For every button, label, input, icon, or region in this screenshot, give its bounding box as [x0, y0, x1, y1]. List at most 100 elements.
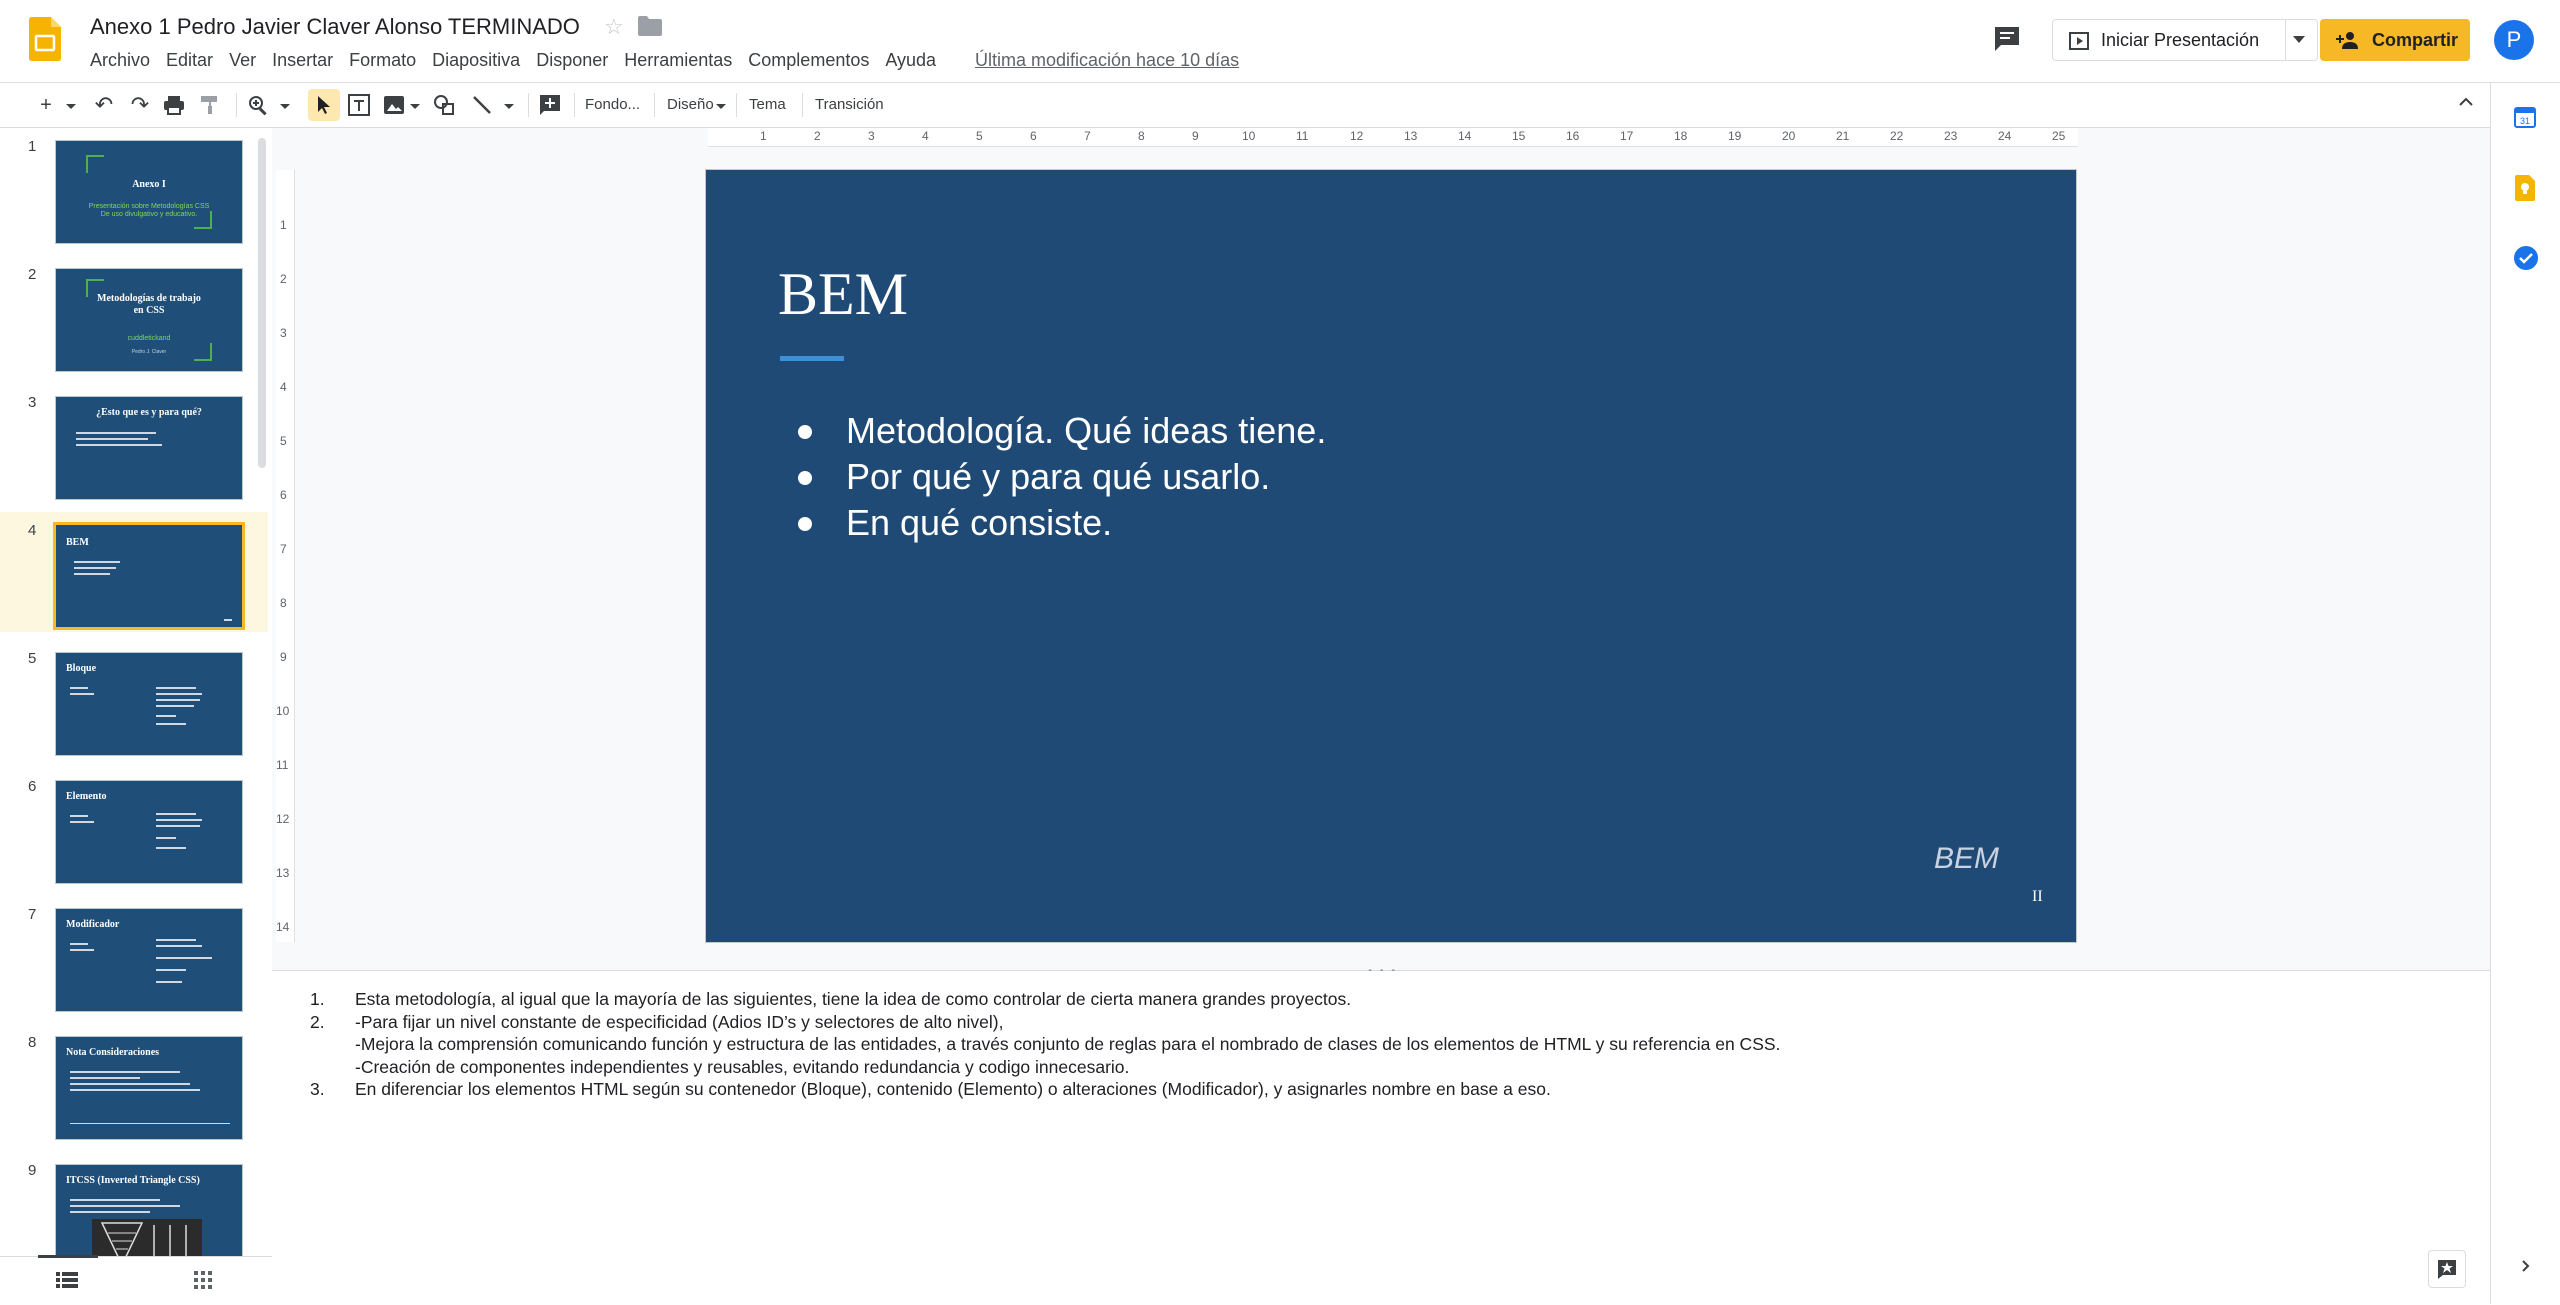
slide-thumbnail-1[interactable]: 1 Anexo I Presentación sobre Metodología… [0, 128, 268, 248]
thumbnail-text-line [156, 699, 200, 701]
thumbnail-text-line [156, 969, 186, 971]
menu-editar[interactable]: Editar [158, 50, 221, 71]
toolbar-separator [528, 93, 529, 117]
present-button[interactable]: Iniciar Presentación [2052, 19, 2318, 61]
toolbar-separator [574, 93, 575, 117]
account-avatar[interactable]: P [2494, 20, 2534, 60]
slide-thumbnail-6[interactable]: 6 Elemento [0, 768, 268, 888]
tasks-icon[interactable] [2513, 245, 2539, 271]
keep-icon[interactable] [2515, 175, 2535, 201]
ruler-tick-label: 12 [276, 812, 290, 826]
calendar-icon[interactable]: 31 [2513, 105, 2537, 129]
text-box-icon[interactable] [347, 93, 371, 117]
ruler-tick-label: 16 [1566, 129, 1580, 143]
explore-icon[interactable] [2428, 1250, 2466, 1288]
collapse-menus-chevron-icon[interactable] [2456, 92, 2476, 112]
background-button[interactable]: Fondo... [585, 96, 640, 113]
ruler-tick-label: 7 [280, 542, 287, 556]
horizontal-ruler[interactable]: 1 2 3 4 5 6 7 8 9 10 11 12 13 14 15 16 1… [708, 128, 2078, 147]
expand-side-panel-chevron-icon[interactable] [2519, 1259, 2533, 1273]
slide-number: 2 [28, 266, 37, 283]
speaker-notes[interactable]: 1. Esta metodología, al igual que la may… [272, 971, 2490, 1304]
thumbnail-text-line [70, 815, 88, 817]
present-dropdown-icon[interactable] [2293, 36, 2305, 43]
comment-history-icon[interactable] [1992, 24, 2022, 54]
image-dropdown-icon[interactable] [410, 104, 420, 109]
thumbnail-text-line [70, 1071, 180, 1073]
thumbnail-text-line [70, 943, 88, 945]
thumbnail-text-line [76, 432, 156, 434]
menu-formato[interactable]: Formato [341, 50, 424, 71]
filmstrip-view-icon[interactable] [56, 1271, 78, 1289]
ruler-tick-label: 17 [1620, 129, 1634, 143]
add-person-icon [2336, 32, 2358, 49]
slide-thumbnail-9[interactable]: 9 ITCSS (Inverted Triangle CSS) [0, 1152, 268, 1272]
line-icon[interactable] [470, 93, 494, 117]
select-cursor-icon[interactable] [312, 93, 336, 117]
note-item: 1. Esta metodología, al igual que la may… [310, 988, 1780, 1011]
menu-archivo[interactable]: Archivo [82, 50, 158, 71]
slide-title[interactable]: BEM [778, 260, 908, 329]
thumbnail-text-line [156, 723, 186, 725]
slide-thumbnail-5[interactable]: 5 Bloque [0, 640, 268, 760]
thumbnail-text-line [156, 705, 194, 707]
grid-view-icon[interactable] [194, 1271, 212, 1289]
slide-thumbnail-2[interactable]: 2 Metodologías de trabajo en CSS cuddlet… [0, 256, 268, 376]
slide-thumbnail-3[interactable]: 3 ¿Esto que es y para qué? [0, 384, 268, 504]
theme-button[interactable]: Tema [749, 96, 786, 113]
thumbnail-text-line [70, 949, 94, 951]
add-comment-icon[interactable] [538, 93, 562, 117]
menu-diapositiva[interactable]: Diapositiva [424, 50, 528, 71]
zoom-icon[interactable] [246, 93, 270, 117]
slide-footer-text[interactable]: BEM [1934, 842, 1999, 876]
thumbnail-preview: Modificador [55, 908, 243, 1012]
slide-thumbnail-7[interactable]: 7 Modificador [0, 896, 268, 1016]
menu-ver[interactable]: Ver [221, 50, 264, 71]
thumbnail-text-line [156, 819, 202, 821]
menu-herramientas[interactable]: Herramientas [616, 50, 740, 71]
slide-thumbnail-8[interactable]: 8 Nota Consideraciones [0, 1024, 268, 1144]
new-slide-dropdown-icon[interactable] [66, 104, 76, 109]
zoom-dropdown-icon[interactable] [280, 104, 290, 109]
filmstrip-scrollbar[interactable] [258, 138, 266, 468]
new-slide-plus-icon[interactable]: + [34, 93, 58, 117]
star-icon[interactable]: ☆ [604, 14, 624, 40]
ruler-tick-label: 11 [276, 758, 289, 772]
ruler-tick-label: 6 [1030, 129, 1037, 143]
ruler-tick-label: 3 [868, 129, 875, 143]
thumbnail-text-line [74, 573, 110, 575]
slide-thumbnail-4[interactable]: 4 BEM [0, 512, 268, 632]
ruler-tick-label: 14 [1458, 129, 1472, 143]
thumbnail-text-line [70, 693, 94, 695]
current-slide[interactable]: BEM Metodología. Qué ideas tiene. Por qu… [706, 170, 2076, 942]
print-icon[interactable] [162, 93, 186, 117]
redo-icon[interactable]: ↷ [128, 92, 152, 117]
layout-button[interactable]: Diseño [667, 96, 714, 113]
line-dropdown-icon[interactable] [504, 104, 514, 109]
menu-ayuda[interactable]: Ayuda [877, 50, 944, 71]
image-icon[interactable] [382, 93, 406, 117]
vertical-ruler[interactable]: 1 2 3 4 5 6 7 8 9 10 11 12 13 14 [276, 170, 295, 942]
thumbnail-preview: Metodologías de trabajo en CSS cuddletic… [55, 268, 243, 372]
menu-insertar[interactable]: Insertar [264, 50, 341, 71]
slide-bullet-list[interactable]: Metodología. Qué ideas tiene. Por qué y … [788, 408, 1326, 546]
shape-icon[interactable] [432, 93, 456, 117]
slides-logo-icon[interactable] [29, 17, 61, 61]
layout-dropdown-icon[interactable] [716, 104, 726, 109]
menu-complementos[interactable]: Complementos [740, 50, 877, 71]
menu-disponer[interactable]: Disponer [528, 50, 616, 71]
toolbar: + ↶ ↷ Fondo... Diseño Tema Transición [0, 83, 2490, 128]
undo-icon[interactable]: ↶ [92, 92, 116, 117]
present-icon [2069, 32, 2089, 50]
share-button[interactable]: Compartir [2320, 19, 2470, 61]
transition-button[interactable]: Transición [815, 96, 884, 113]
thumbnail-text-line [156, 945, 202, 947]
thumbnail-text-line [70, 821, 94, 823]
note-number: 3. [310, 1079, 325, 1099]
folder-icon[interactable] [638, 16, 662, 36]
paint-format-icon[interactable] [198, 93, 222, 117]
thumbnail-text-line [70, 1123, 230, 1124]
thumbnail-text-line [156, 687, 196, 689]
document-title[interactable]: Anexo 1 Pedro Javier Claver Alonso TERMI… [90, 14, 580, 40]
last-modified-link[interactable]: Última modificación hace 10 días [975, 50, 1239, 71]
